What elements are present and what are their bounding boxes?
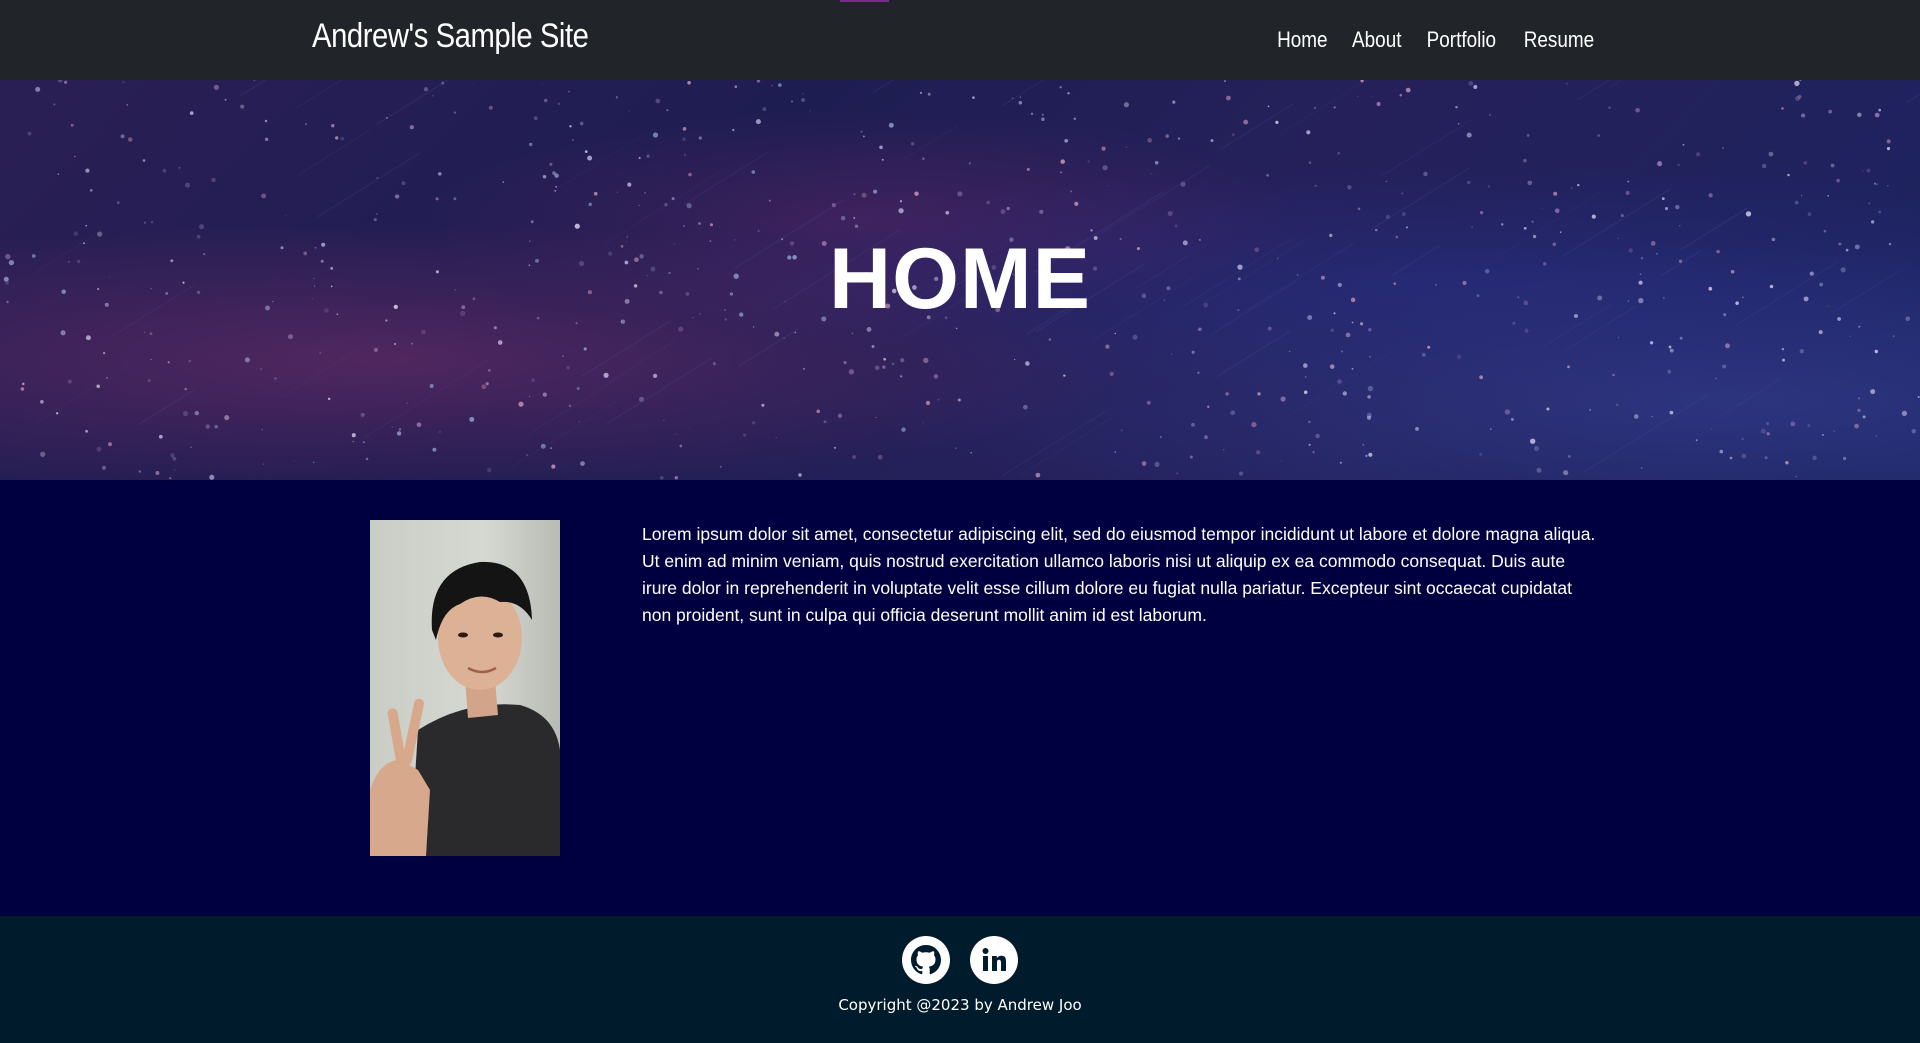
nav-link-resume[interactable]: Resume <box>1524 27 1594 53</box>
copyright-text: Copyright @2023 by Andrew Joo <box>838 996 1082 1014</box>
navbar: Andrew's Sample Site Home About Portfoli… <box>0 0 1920 80</box>
nav-link-about[interactable]: About <box>1352 27 1401 53</box>
site-brand[interactable]: Andrew's Sample Site <box>312 17 589 56</box>
intro-paragraph: Lorem ipsum dolor sit amet, consectetur … <box>642 524 1596 625</box>
github-icon[interactable] <box>902 936 950 984</box>
footer: Copyright @2023 by Andrew Joo <box>0 916 1920 1043</box>
main-content: Lorem ipsum dolor sit amet, consectetur … <box>0 480 1920 916</box>
navbar-accent-line <box>840 0 889 2</box>
social-links <box>0 936 1920 984</box>
hero-title: HOME <box>829 231 1091 327</box>
profile-photo-illustration <box>370 561 560 856</box>
linkedin-icon[interactable] <box>970 936 1018 984</box>
nav-link-home[interactable]: Home <box>1277 27 1327 53</box>
nav-links: Home About Portfolio Resume <box>1273 27 1600 53</box>
hero-banner: HOME <box>0 80 1920 480</box>
nav-link-portfolio[interactable]: Portfolio <box>1427 27 1496 53</box>
profile-photo <box>370 520 560 856</box>
